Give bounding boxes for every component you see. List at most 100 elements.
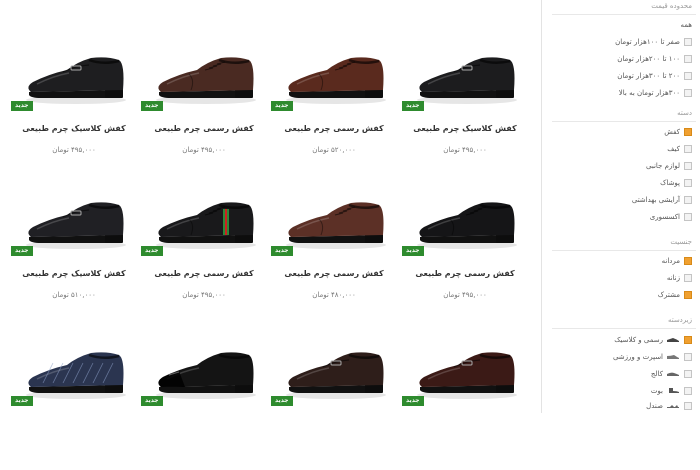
new-badge: جدید [141,101,163,111]
checkbox[interactable] [684,162,692,170]
derby-shoe-icon[interactable] [410,185,524,255]
sandal-icon [667,405,679,408]
category-option-accessories[interactable]: لوازم جانبی [646,160,692,172]
new-badge: جدید [141,246,163,256]
product-card[interactable]: جدید کفش رسمی چرم طبیعی ۴۹۵,۰۰۰ تومان [402,185,528,320]
suede-shoe-icon[interactable] [149,335,263,405]
divider [552,14,696,15]
oxford-shoe-icon[interactable] [279,40,393,110]
gender-option-unisex[interactable]: مشترک [658,289,692,301]
checkbox[interactable] [684,179,692,187]
divider [552,121,696,122]
checkbox[interactable] [684,353,692,361]
new-badge: جدید [271,246,293,256]
subcategory-option-sandal[interactable]: صندل [646,400,692,412]
loafer-shoe-icon[interactable] [410,40,524,110]
price-option-200-300k[interactable]: ۲۰۰ تا ۳۰۰هزار تومان [617,70,692,82]
striped-brogue-shoe-icon[interactable] [149,185,263,255]
product-name[interactable]: کفش رسمی چرم طبیعی [402,269,528,278]
gender-filter-title: جنسیت [670,238,692,246]
product-card[interactable]: جدید [271,335,397,470]
loafer-shoe-icon[interactable] [410,335,524,405]
product-price: ۴۹۵,۰۰۰ تومان [182,146,226,154]
checkbox-checked[interactable] [684,336,692,344]
product-card[interactable]: جدید [141,335,267,470]
subcategory-option-formal[interactable]: رسمی و کلاسیک [614,334,692,346]
new-badge: جدید [11,396,33,406]
new-badge: جدید [402,396,424,406]
product-card[interactable]: جدید [402,335,528,470]
checkbox[interactable] [684,402,692,410]
price-option-0-100k[interactable]: صفر تا ۱۰۰هزار تومان [615,36,692,48]
checkbox[interactable] [684,370,692,378]
derby-shoe-icon[interactable] [279,185,393,255]
checkbox[interactable] [684,89,692,97]
product-name[interactable]: کفش رسمی چرم طبیعی [141,124,267,133]
product-price: ۴۹۵,۰۰۰ تومان [443,291,487,299]
product-name[interactable]: کفش رسمی چرم طبیعی [271,124,397,133]
filter-sidebar: محدوده قیمت همه صفر تا ۱۰۰هزار تومان ۱۰۰… [541,0,700,413]
price-filter-title: محدوده قیمت [651,2,692,10]
new-badge: جدید [141,396,163,406]
category-option-cosmetics[interactable]: آرایشی بهداشتی [632,194,692,206]
brogue-shoe-icon[interactable] [149,40,263,110]
product-card[interactable]: جدید کفش رسمی چرم طبیعی ۴۸۰,۰۰۰ تومان [271,185,397,320]
product-card[interactable]: جدید کفش کلاسیک چرم طبیعی ۴۹۵,۰۰۰ تومان [11,40,137,175]
loafer-shoe-icon[interactable] [19,185,133,255]
product-name[interactable]: کفش رسمی چرم طبیعی [141,269,267,278]
category-filter-title: دسته [677,109,692,117]
new-badge: جدید [11,101,33,111]
category-option-clothing[interactable]: پوشاک [660,177,692,189]
price-option-all[interactable]: همه [681,19,693,31]
product-price: ۵۲۰,۰۰۰ تومان [312,146,356,154]
product-card[interactable]: جدید کفش کلاسیک چرم طبیعی ۴۹۵,۰۰۰ تومان [402,40,528,175]
subcategory-filter-title: زیردسته [667,316,692,324]
category-option-bags[interactable]: کیف [667,143,692,155]
subcategory-option-college[interactable]: کالج [651,368,692,380]
product-price: ۴۹۵,۰۰۰ تومان [52,146,96,154]
new-badge: جدید [271,101,293,111]
product-card[interactable]: جدید [11,335,137,470]
divider [552,328,696,329]
loafer-shoe-icon[interactable] [279,335,393,405]
checkbox-checked[interactable] [684,257,692,265]
category-option-shoes[interactable]: کفش [664,126,692,138]
checkbox[interactable] [684,387,692,395]
product-card[interactable]: جدید کفش رسمی چرم طبیعی ۴۹۵,۰۰۰ تومان [141,40,267,175]
sneaker-icon [667,355,679,359]
gender-option-women[interactable]: زنانه [667,272,692,284]
product-name[interactable]: کفش رسمی چرم طبیعی [271,269,397,278]
product-name[interactable]: کفش کلاسیک چرم طبیعی [11,269,137,278]
product-card[interactable]: جدید کفش رسمی چرم طبیعی ۴۹۵,۰۰۰ تومان [141,185,267,320]
checkbox[interactable] [684,196,692,204]
product-price: ۵۱۰,۰۰۰ تومان [52,291,96,299]
price-option-100-200k[interactable]: ۱۰۰ تا ۲۰۰هزار تومان [617,53,692,65]
new-badge: جدید [402,246,424,256]
formal-shoe-icon [667,338,679,342]
product-name[interactable]: کفش کلاسیک چرم طبیعی [11,124,137,133]
boot-icon [669,388,679,393]
new-badge: جدید [402,101,424,111]
checkbox[interactable] [684,274,692,282]
loafer-shoe-icon[interactable] [19,40,133,110]
checkbox[interactable] [684,72,692,80]
product-name[interactable]: کفش کلاسیک چرم طبیعی [402,124,528,133]
checkbox-checked[interactable] [684,291,692,299]
new-badge: جدید [11,246,33,256]
subcategory-option-boot[interactable]: بوت [651,385,692,397]
checkbox[interactable] [684,213,692,221]
product-card[interactable]: جدید کفش کلاسیک چرم طبیعی ۵۱۰,۰۰۰ تومان [11,185,137,320]
divider [552,250,696,251]
product-card[interactable]: جدید کفش رسمی چرم طبیعی ۵۲۰,۰۰۰ تومان [271,40,397,175]
checkbox[interactable] [684,38,692,46]
new-badge: جدید [271,396,293,406]
subcategory-option-sport[interactable]: اسپرت و ورزشی [613,351,692,363]
college-shoe-icon [667,372,679,376]
woven-shoe-icon[interactable] [19,335,133,405]
price-option-300k-plus[interactable]: ۳۰۰هزار تومان به بالا [619,87,692,99]
checkbox-checked[interactable] [684,128,692,136]
category-option-jewelry[interactable]: اکسسوری [650,211,692,223]
gender-option-men[interactable]: مردانه [662,255,692,267]
checkbox[interactable] [684,145,692,153]
checkbox[interactable] [684,55,692,63]
